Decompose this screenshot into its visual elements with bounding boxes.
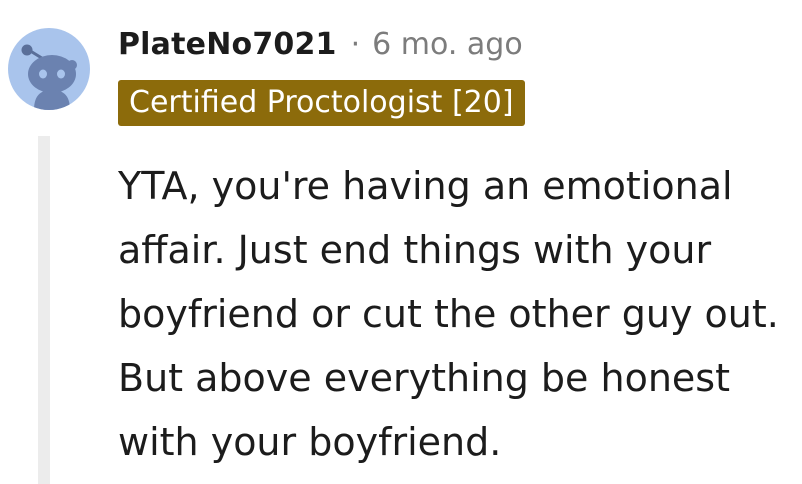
thread-line[interactable] <box>38 136 50 484</box>
timestamp[interactable]: 6 mo. ago <box>372 27 523 62</box>
comment-body: YTA, you're having an emotional affair. … <box>118 164 779 464</box>
separator-dot: · <box>350 26 361 62</box>
comment-header: PlateNo7021 · 6 mo. ago <box>118 24 523 64</box>
username-link[interactable]: PlateNo7021 <box>118 27 337 62</box>
snoo-avatar-icon <box>21 44 77 110</box>
user-flair: Certified Proctologist [20] <box>118 80 525 126</box>
avatar[interactable] <box>8 28 90 110</box>
comment: PlateNo7021 · 6 mo. ago Certified Procto… <box>0 0 802 484</box>
